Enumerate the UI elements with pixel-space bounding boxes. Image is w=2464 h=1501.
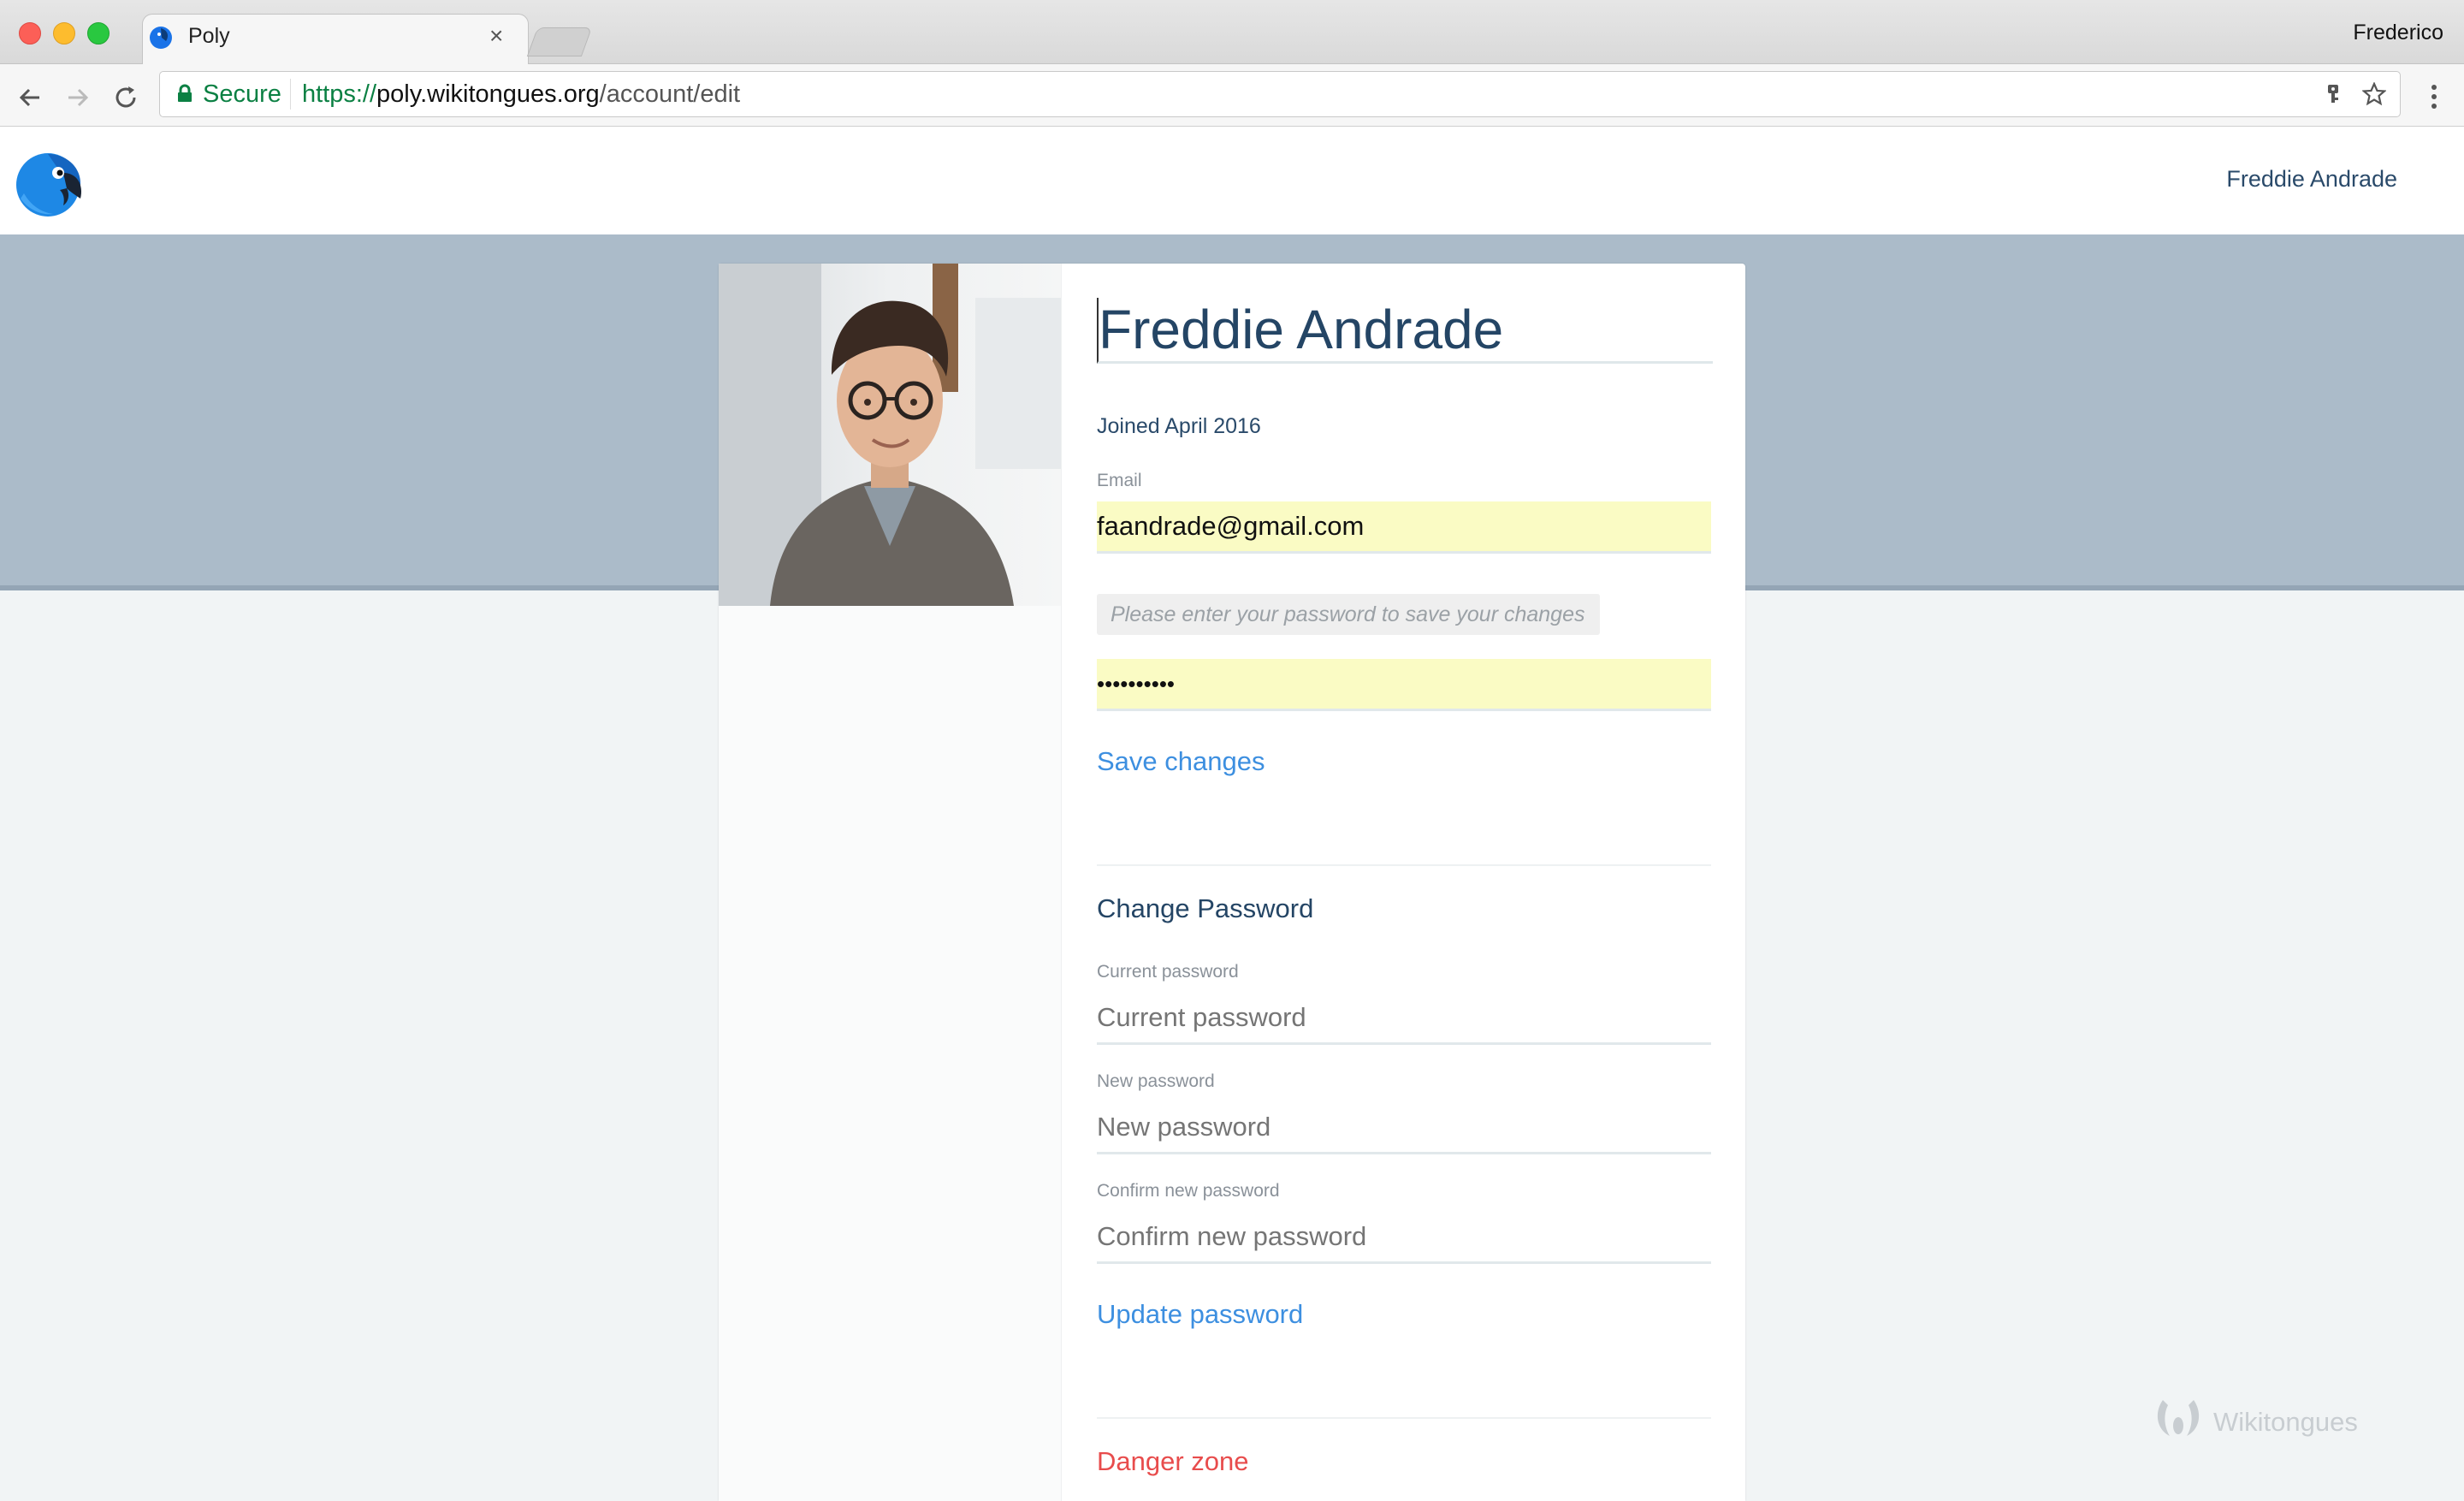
url-path: /account/edit	[599, 80, 741, 108]
reload-icon[interactable]	[111, 83, 140, 112]
danger-zone-title: Danger zone	[1097, 1446, 1249, 1476]
tab-close-icon[interactable]: ×	[489, 22, 503, 50]
change-password-title: Change Password	[1097, 893, 1314, 923]
star-icon[interactable]	[2362, 82, 2386, 106]
url-protocol: https://	[302, 80, 377, 108]
photo-column	[719, 264, 1062, 1501]
section-divider	[1097, 864, 1711, 866]
profile-photo[interactable]	[719, 264, 1061, 606]
secure-label: Secure	[203, 80, 281, 108]
joined-date: Joined April 2016	[1097, 414, 1261, 438]
browser-profile-name[interactable]: Frederico	[2353, 21, 2443, 45]
new-tab-button[interactable]	[526, 27, 593, 56]
address-bar[interactable]: Secure https://poly.wikitongues.org/acco…	[159, 71, 2401, 117]
parrot-logo-icon[interactable]	[15, 147, 86, 217]
minimize-window-button[interactable]	[53, 22, 75, 44]
browser-toolbar: Secure https://poly.wikitongues.org/acco…	[0, 64, 2464, 127]
password-hint: Please enter your password to save your …	[1097, 594, 1600, 635]
confirm-current-password-field[interactable]	[1097, 659, 1711, 711]
profile-card: Joined April 2016 Email Please enter you…	[719, 264, 1745, 1501]
site-header	[0, 127, 2464, 234]
new-password-label: New password	[1097, 1071, 1215, 1091]
wikitongues-watermark: Wikitongues	[2213, 1407, 2358, 1437]
header-user-link[interactable]: Freddie Andrade	[2226, 166, 2397, 193]
confirm-new-password-field[interactable]	[1097, 1212, 1711, 1264]
maximize-window-button[interactable]	[87, 22, 110, 44]
section-divider	[1097, 1417, 1711, 1419]
poly-favicon-icon	[150, 27, 172, 49]
new-password-field[interactable]	[1097, 1102, 1711, 1154]
url-separator	[290, 79, 291, 110]
close-window-button[interactable]	[19, 22, 41, 44]
save-changes-button[interactable]: Save changes	[1097, 746, 1265, 777]
update-password-button[interactable]: Update password	[1097, 1299, 1303, 1330]
url-text[interactable]: https://poly.wikitongues.org/account/edi…	[302, 80, 740, 109]
tab-title: Poly	[188, 24, 230, 48]
confirm-password-label: Confirm new password	[1097, 1181, 1280, 1201]
email-field[interactable]	[1097, 501, 1711, 554]
back-icon[interactable]	[15, 83, 44, 112]
current-password-label: Current password	[1097, 962, 1239, 982]
forward-icon[interactable]	[63, 83, 92, 112]
current-password-field[interactable]	[1097, 993, 1711, 1045]
name-input[interactable]	[1097, 298, 1713, 364]
url-host: poly.wikitongues.org	[376, 80, 600, 108]
wikitongues-logo-icon	[2157, 1400, 2200, 1436]
browser-tab-bar: Poly × Frederico	[0, 0, 2464, 64]
lock-icon	[178, 84, 192, 102]
email-label: Email	[1097, 471, 1142, 490]
key-icon[interactable]	[2321, 82, 2345, 106]
menu-icon[interactable]	[2421, 81, 2447, 112]
